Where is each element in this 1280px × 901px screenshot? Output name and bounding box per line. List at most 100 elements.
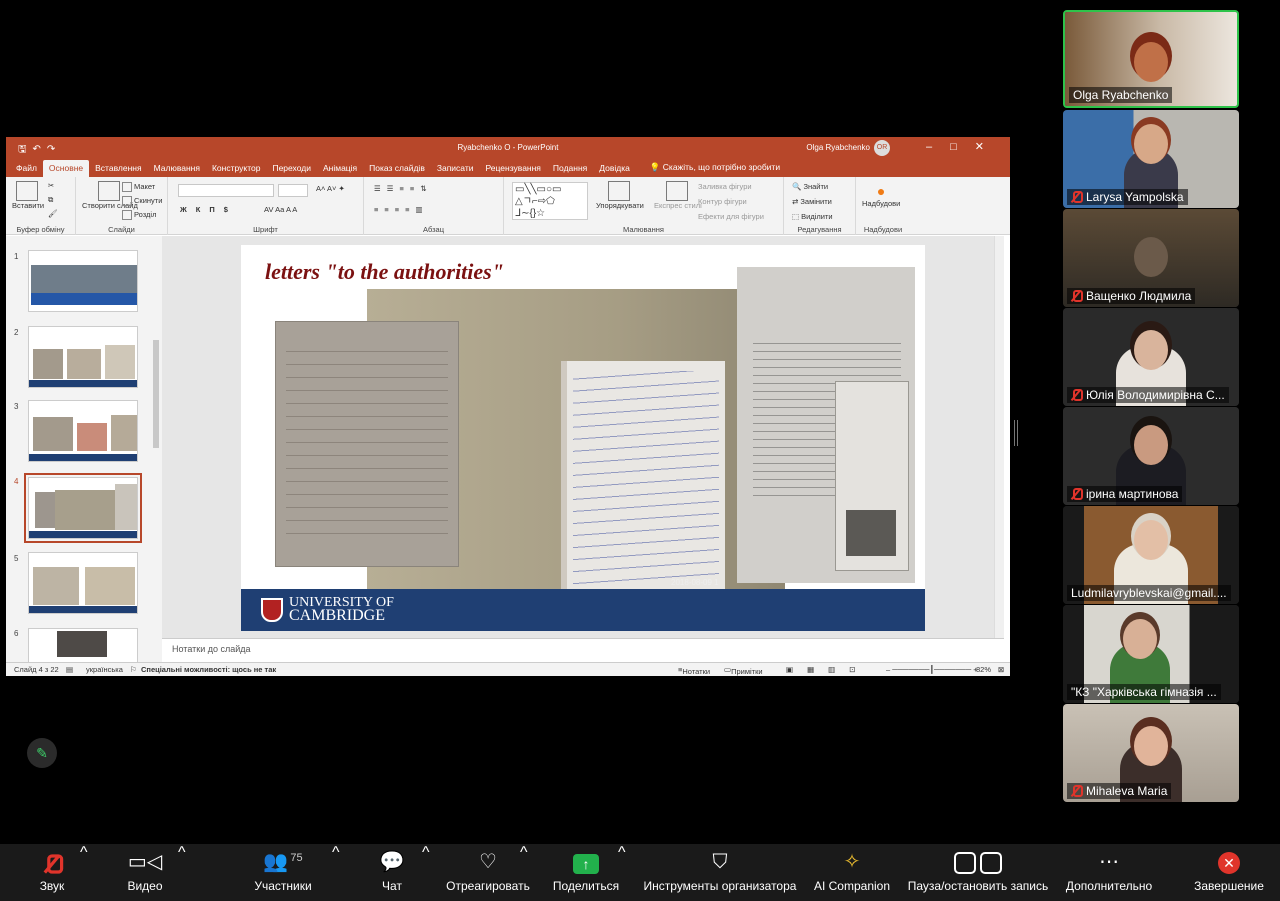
select-button[interactable]: ⬚ Виділити <box>792 212 833 221</box>
tab-review[interactable]: Рецензування <box>480 160 547 177</box>
font-name-box[interactable] <box>178 184 274 197</box>
canvas-scrollbar[interactable] <box>994 236 1004 638</box>
video-button[interactable]: ▭◁ Видео <box>120 844 170 901</box>
react-options-chevron-icon[interactable]: ^ <box>520 844 528 901</box>
reset-button[interactable]: Скинути <box>122 196 162 207</box>
cut-icon[interactable]: ✂ <box>48 181 54 190</box>
shape-outline-button[interactable]: Контур фігури <box>698 197 747 206</box>
participant-name: ірина мартинова <box>1067 486 1183 502</box>
status-language[interactable]: українська <box>86 665 123 674</box>
thumb-footer <box>29 606 137 613</box>
participant-tile[interactable]: ірина мартинова <box>1063 407 1239 505</box>
quick-styles-button[interactable]: Експрес стилі <box>654 181 702 210</box>
window-controls-icon[interactable]: –□✕ <box>926 140 1002 153</box>
addins-button[interactable]: ● Надбудови <box>862 183 900 208</box>
find-button[interactable]: 🔍 Знайти <box>792 182 828 191</box>
mic-muted-icon <box>28 844 76 874</box>
group-editing: 🔍 Знайти ⇄ Замінити ⬚ Виділити Редагуван… <box>784 177 856 235</box>
participants-button[interactable]: 👥 75 Участники <box>246 844 320 901</box>
group-paragraph: ☰☰≡≡⇅ ≡≡≡≡▥ Абзац <box>364 177 504 235</box>
tab-help[interactable]: Довідка <box>593 160 636 177</box>
zoom-slider[interactable]: – ───────┃─────── + <box>886 665 978 674</box>
fit-slide-icon[interactable]: ⊠ <box>998 665 1004 674</box>
react-button[interactable]: ♡ Отреагировать <box>444 844 532 901</box>
tab-transitions[interactable]: Переходи <box>266 160 317 177</box>
group-addins: ● Надбудови Надбудови <box>856 177 910 235</box>
audio-button[interactable]: Звук <box>28 844 76 901</box>
status-accessibility[interactable]: Спеціальні можливості: щось не так <box>141 665 276 674</box>
replace-button[interactable]: ⇄ Замінити <box>792 197 832 206</box>
chat-button[interactable]: 💬 Чат <box>372 844 412 901</box>
list-icons[interactable]: ☰☰≡≡⇅ <box>374 184 432 193</box>
more-button[interactable]: ⋯ Дополнительно <box>1062 844 1156 901</box>
audio-options-chevron-icon[interactable]: ^ <box>80 844 88 901</box>
chat-icon: 💬 <box>379 851 405 873</box>
notes-toggle[interactable]: ≡ Нотатки <box>678 665 710 676</box>
notes-pane[interactable]: Нотатки до слайда <box>162 638 1004 662</box>
host-tools-button[interactable]: ⛉ Инструменты организатора <box>640 844 800 901</box>
tab-slideshow[interactable]: Показ слайдів <box>363 160 431 177</box>
slide-thumbnail-1[interactable] <box>28 250 138 312</box>
participant-tile[interactable]: Ludmilavryblevskai@gmail.... <box>1063 506 1239 604</box>
ppt-user-avatar[interactable]: OR <box>874 140 890 156</box>
tab-home[interactable]: Основне <box>42 160 90 177</box>
slide-thumbnail-3[interactable] <box>28 400 138 462</box>
section-button[interactable]: Розділ <box>122 210 156 221</box>
layout-button[interactable]: Макет <box>122 182 155 193</box>
end-meeting-button[interactable]: ✕ Завершение <box>1190 844 1268 901</box>
paste-button[interactable]: Вставити <box>12 181 44 210</box>
tab-record[interactable]: Записати <box>431 160 480 177</box>
status-slide-position: Слайд 4 з 22 <box>14 665 59 674</box>
annotate-pen-icon[interactable]: ✎ <box>27 738 57 768</box>
share-options-chevron-icon[interactable]: ^ <box>618 844 626 901</box>
shape-effects-button[interactable]: Ефекти для фігури <box>698 212 764 221</box>
thumbnails-scrollbar[interactable] <box>153 340 159 448</box>
thumb-image <box>33 567 79 605</box>
participant-tile[interactable]: "КЗ "Харківська гімназія ... <box>1063 605 1239 703</box>
tab-design[interactable]: Конструктор <box>206 160 266 177</box>
tab-draw[interactable]: Малювання <box>148 160 206 177</box>
arrange-button[interactable]: Упорядкувати <box>596 181 644 210</box>
shape-fill-button[interactable]: Заливка фігури <box>698 182 752 191</box>
copy-icon[interactable]: ⧉ <box>48 195 53 205</box>
slide-thumbnail-2[interactable] <box>28 326 138 388</box>
slide-thumbnail-6[interactable] <box>28 628 138 662</box>
view-mode-icons[interactable]: ▣▦▥⊡ <box>786 665 870 674</box>
split-handle-icon[interactable] <box>1014 420 1018 446</box>
video-options-chevron-icon[interactable]: ^ <box>178 844 186 901</box>
format-painter-icon[interactable]: 🖌 <box>48 209 58 218</box>
participant-tile[interactable]: Larysa Yampolska <box>1063 110 1239 208</box>
spellcheck-icon[interactable]: ▤ <box>66 665 73 674</box>
current-slide[interactable]: letters "to the authorities" 2018-08-09 … <box>241 245 925 631</box>
chat-options-chevron-icon[interactable]: ^ <box>422 844 430 901</box>
participant-tile[interactable]: Mihaleva Maria <box>1063 704 1239 802</box>
font-size-box[interactable] <box>278 184 308 197</box>
zoom-level[interactable]: 82% <box>976 665 991 674</box>
shapes-gallery[interactable]: ▭╲╲▭○▭ △ㄱ⌐⇨⬠ ᒧ∼{}☆ <box>512 182 588 220</box>
thumb-number: 4 <box>14 477 19 486</box>
slide-thumbnail-5[interactable] <box>28 552 138 614</box>
thumb-number: 2 <box>14 328 19 337</box>
thumb-image <box>77 423 107 451</box>
tab-view[interactable]: Подання <box>547 160 593 177</box>
slide-thumbnail-4-selected[interactable] <box>24 473 142 543</box>
participant-tile[interactable]: Ващенко Людмила <box>1063 209 1239 307</box>
comments-toggle[interactable]: ▭ Примітки <box>724 665 763 676</box>
letter-image-left <box>275 321 459 567</box>
tell-me-search[interactable]: 💡 Скажіть, що потрібно зробити <box>644 159 786 177</box>
accessibility-icon[interactable]: ⚐ <box>130 665 137 674</box>
participants-options-chevron-icon[interactable]: ^ <box>332 844 340 901</box>
font-grow-icon[interactable]: A˄ A˅ ✦ <box>316 184 345 193</box>
reset-icon <box>122 196 132 207</box>
participant-tile[interactable]: Юлія Володимирівна С... <box>1063 308 1239 406</box>
tab-insert[interactable]: Вставлення <box>89 160 147 177</box>
font-format-icons[interactable]: ЖКП$ <box>180 205 237 214</box>
share-button[interactable]: ↑ Поделиться <box>550 844 622 901</box>
font-color-icons[interactable]: AV Aa A A <box>264 205 297 214</box>
tab-animations[interactable]: Анімація <box>317 160 363 177</box>
participant-tile[interactable]: Olga Ryabchenko <box>1063 10 1239 108</box>
ai-companion-button[interactable]: ✧ AI Companion <box>812 844 892 901</box>
align-icons[interactable]: ≡≡≡≡▥ <box>374 205 429 214</box>
tab-file[interactable]: Файл <box>10 160 43 177</box>
recording-button[interactable]: Пауза/остановить запись <box>904 844 1052 901</box>
